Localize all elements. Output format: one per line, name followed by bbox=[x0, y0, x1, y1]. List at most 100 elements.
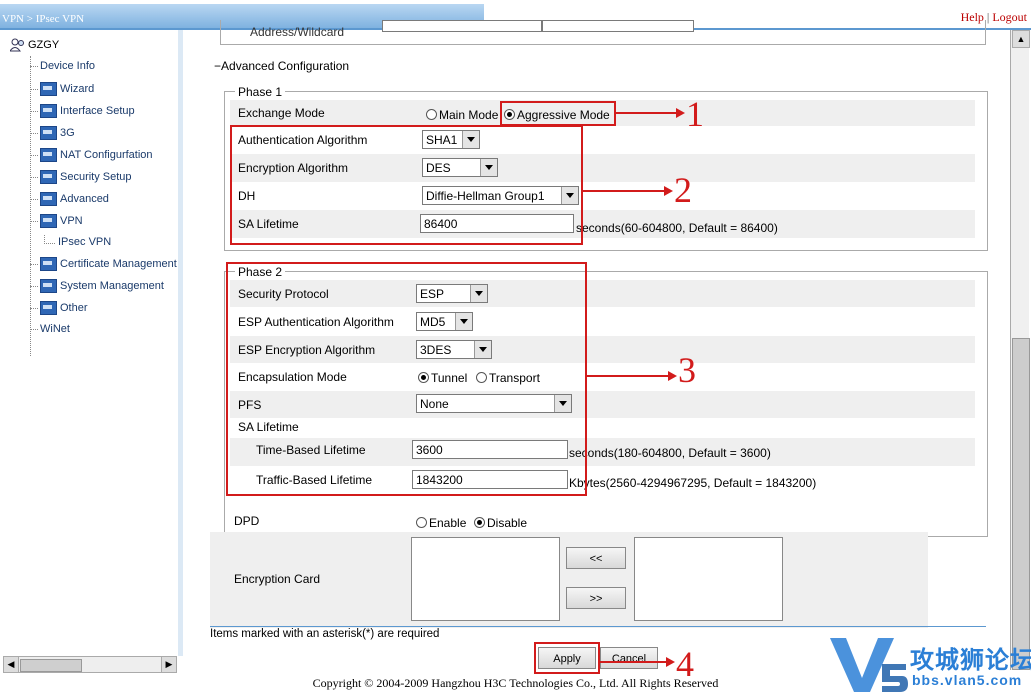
radio-icon[interactable] bbox=[426, 109, 437, 120]
sidebar-item-label: Other bbox=[60, 302, 88, 314]
sidebar-item-other[interactable]: Other bbox=[30, 301, 88, 315]
sidebar-item-nat[interactable]: NAT Configurfation bbox=[30, 148, 153, 162]
collapse-icon: − bbox=[214, 59, 222, 73]
arrow-right-icon bbox=[668, 371, 677, 381]
exchange-mode-label: Exchange Mode bbox=[238, 106, 325, 120]
arrow-right-icon bbox=[676, 108, 685, 118]
address-wildcard-label: Address/Wildcard bbox=[250, 25, 345, 39]
links-separator: | bbox=[986, 10, 990, 24]
scrollbar-thumb[interactable] bbox=[1012, 338, 1030, 670]
sidebar-item-label: IPsec VPN bbox=[58, 236, 112, 248]
traffic-based-lifetime-hint: Kbytes(2560-4294967295, Default = 184320… bbox=[569, 476, 817, 490]
sidebar-item-interface-setup[interactable]: Interface Setup bbox=[30, 104, 135, 118]
move-right-button[interactable]: >> bbox=[566, 587, 626, 609]
dpd-enable-option[interactable]: Enable bbox=[416, 516, 466, 530]
v5-logo-icon bbox=[830, 638, 908, 692]
scrollbar-thumb[interactable] bbox=[20, 659, 82, 672]
tree-root-gzgy[interactable]: GZGY bbox=[10, 38, 59, 52]
folder-icon bbox=[40, 82, 57, 96]
tree-root-label: GZGY bbox=[28, 39, 60, 51]
scroll-right-arrow-icon[interactable]: ▶ bbox=[161, 657, 176, 672]
folder-icon bbox=[40, 257, 57, 271]
available-cards-list[interactable] bbox=[411, 537, 560, 621]
form-divider bbox=[210, 626, 986, 627]
annotation-number-3: 3 bbox=[678, 350, 696, 390]
sidebar-item-label: VPN bbox=[60, 215, 83, 227]
dpd-disable-label: Disable bbox=[487, 516, 528, 530]
sidebar-item-label: NAT Configurfation bbox=[60, 149, 153, 161]
folder-icon bbox=[40, 170, 57, 184]
breadcrumb: VPN > IPsec VPN bbox=[2, 13, 85, 25]
logout-link[interactable]: Logout bbox=[992, 10, 1027, 24]
scroll-up-arrow-icon[interactable]: ▲ bbox=[1012, 30, 1030, 48]
sidebar-item-label: Wizard bbox=[60, 83, 95, 95]
sidebar-horizontal-scrollbar[interactable]: ◀ ▶ bbox=[3, 656, 177, 673]
folder-icon bbox=[40, 279, 57, 293]
sidebar-item-vpn[interactable]: VPN bbox=[30, 214, 83, 228]
arrow-right-icon bbox=[666, 657, 675, 667]
phase1-legend: Phase 1 bbox=[235, 85, 286, 99]
forum-watermark: 攻城狮论坛 bbs.vlan5.com bbox=[826, 632, 1031, 698]
sidebar-item-advanced[interactable]: Advanced bbox=[30, 192, 109, 206]
sidebar-item-label: Certificate Management bbox=[60, 258, 177, 270]
sidebar-item-winet[interactable]: WiNet bbox=[30, 323, 70, 335]
scroll-left-arrow-icon[interactable]: ◀ bbox=[4, 657, 19, 672]
required-note: Items marked with an asterisk(*) are req… bbox=[210, 628, 440, 640]
main-content: Address/Wildcard −Advanced Configuration… bbox=[184, 20, 1010, 682]
annotation-arrow-4 bbox=[600, 661, 668, 663]
annotation-box-3 bbox=[226, 262, 587, 496]
selected-cards-list[interactable] bbox=[634, 537, 783, 621]
sidebar-item-device-info[interactable]: Device Info bbox=[30, 60, 95, 72]
cancel-button[interactable]: Cancel bbox=[600, 647, 658, 669]
users-icon bbox=[10, 38, 24, 52]
dpd-disable-option[interactable]: Disable bbox=[474, 516, 527, 530]
encryption-card-label: Encryption Card bbox=[234, 572, 321, 586]
radio-selected-icon[interactable] bbox=[474, 517, 485, 528]
sidebar-item-wizard[interactable]: Wizard bbox=[30, 82, 94, 96]
sidebar-item-label: WiNet bbox=[40, 323, 70, 335]
annotation-arrow-1 bbox=[616, 112, 678, 114]
sidebar-item-label: Device Info bbox=[40, 60, 96, 72]
folder-icon bbox=[40, 301, 57, 315]
annotation-arrow-2 bbox=[583, 190, 665, 192]
folder-open-icon bbox=[40, 214, 57, 228]
sidebar-item-ipsec-vpn[interactable]: IPsec VPN bbox=[44, 234, 112, 248]
sidebar-item-label: 3G bbox=[60, 127, 75, 139]
radio-icon[interactable] bbox=[416, 517, 427, 528]
arrow-right-icon bbox=[664, 186, 673, 196]
sidebar-item-certificate-management[interactable]: Certificate Management bbox=[30, 257, 177, 271]
sidebar-item-label: Security Setup bbox=[60, 171, 132, 183]
folder-icon bbox=[40, 148, 57, 162]
sidebar-item-label: System Management bbox=[60, 280, 164, 292]
sidebar-item-security-setup[interactable]: Security Setup bbox=[30, 170, 132, 184]
annotation-box-4 bbox=[534, 642, 600, 674]
wildcard-input[interactable] bbox=[542, 20, 694, 32]
annotation-box-2 bbox=[230, 125, 583, 245]
sidebar-splitter[interactable] bbox=[178, 30, 183, 656]
folder-icon bbox=[40, 126, 57, 140]
main-mode-option[interactable]: Main Mode bbox=[426, 108, 498, 122]
advanced-config-toggle[interactable]: −Advanced Configuration bbox=[214, 59, 349, 73]
main-mode-label: Main Mode bbox=[439, 108, 499, 122]
dpd-enable-label: Enable bbox=[429, 516, 467, 530]
address-input[interactable] bbox=[382, 20, 542, 32]
sidebar-item-label: Interface Setup bbox=[60, 105, 135, 117]
annotation-number-1: 1 bbox=[686, 94, 704, 134]
annotation-number-2: 2 bbox=[674, 170, 692, 210]
folder-icon bbox=[40, 192, 57, 206]
sidebar-item-3g[interactable]: 3G bbox=[30, 126, 75, 140]
sa-lifetime-hint: seconds(60-604800, Default = 86400) bbox=[576, 221, 778, 235]
annotation-box-1 bbox=[500, 101, 616, 126]
time-based-lifetime-hint: seconds(180-604800, Default = 3600) bbox=[569, 446, 771, 460]
sidebar-item-label: Advanced bbox=[60, 193, 109, 205]
sidebar-item-system-management[interactable]: System Management bbox=[30, 279, 164, 293]
watermark-url: bbs.vlan5.com bbox=[912, 672, 1023, 688]
folder-icon bbox=[40, 104, 57, 118]
annotation-arrow-3 bbox=[587, 375, 669, 377]
main-vertical-scrollbar[interactable]: ▲ bbox=[1010, 30, 1030, 670]
watermark-brand: 攻城狮论坛 bbox=[910, 647, 1031, 674]
advanced-config-title: Advanced Configuration bbox=[221, 59, 350, 73]
move-left-button[interactable]: << bbox=[566, 547, 626, 569]
sidebar-nav: GZGY Device Info Wizard Interface Setup … bbox=[0, 30, 183, 656]
dpd-label: DPD bbox=[234, 514, 260, 528]
